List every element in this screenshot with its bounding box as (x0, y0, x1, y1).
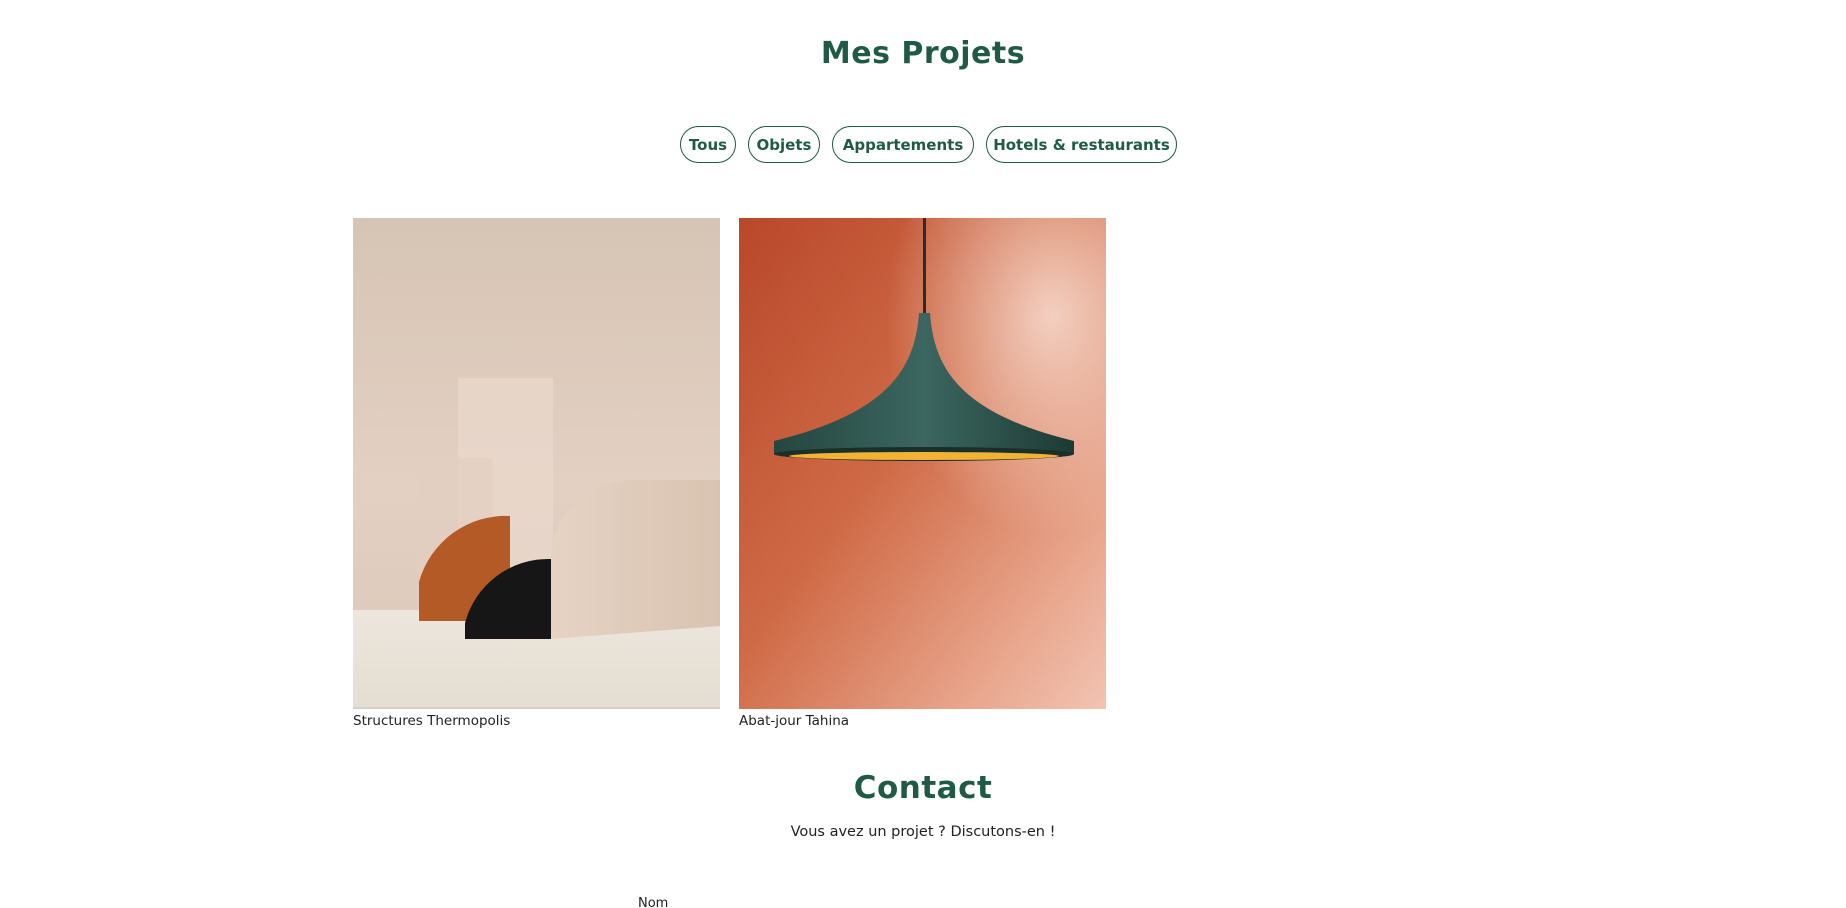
contact-subtitle: Vous avez un projet ? Discutons-en ! (790, 824, 1056, 840)
project-filters: Tous Objets Appartements Hotels & restau… (680, 126, 1177, 163)
filter-hotels-restaurants-button[interactable]: Hotels & restaurants (986, 126, 1177, 163)
project-card[interactable]: Structures Thermopolis (353, 218, 720, 729)
filter-objets-button[interactable]: Objets (748, 126, 820, 163)
project-caption[interactable]: Abat-jour Tahina (739, 713, 1106, 729)
projects-title: Mes Projets (820, 36, 1026, 71)
filter-tous-button[interactable]: Tous (680, 126, 736, 163)
name-field-label: Nom (638, 896, 669, 908)
project-caption[interactable]: Structures Thermopolis (353, 713, 720, 729)
project-image-tahina[interactable] (739, 218, 1106, 709)
contact-title: Contact (853, 770, 993, 806)
project-image-thermopolis[interactable] (353, 218, 720, 709)
page: Mes Projets Tous Objets Appartements Hot… (0, 0, 1846, 908)
project-card[interactable]: Abat-jour Tahina (739, 218, 1106, 729)
filter-appartements-button[interactable]: Appartements (832, 126, 974, 163)
